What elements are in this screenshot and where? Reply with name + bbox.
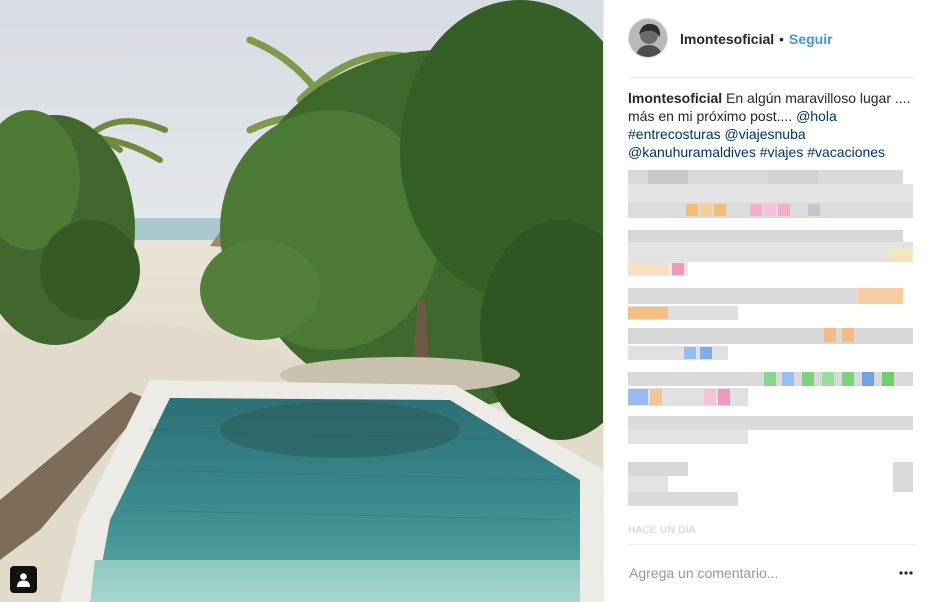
tag-link[interactable]: @kanuhuramaldives <box>628 144 756 160</box>
resort-pool-photo <box>0 0 603 602</box>
caption-username[interactable]: lmontesoficial <box>628 90 722 106</box>
post-header: lmontesoficial • Seguir <box>604 0 939 78</box>
post-details-panel: lmontesoficial • Seguir lmontesoficial E… <box>603 0 939 602</box>
avatar[interactable] <box>628 18 668 58</box>
tag-link[interactable]: #vacaciones <box>807 144 885 160</box>
post-caption: lmontesoficial En algún maravilloso luga… <box>628 89 918 161</box>
tag-link[interactable]: #viajes <box>760 144 804 160</box>
separator-dot: • <box>779 31 784 47</box>
pixelated-comments-image <box>628 170 913 506</box>
user-tag-icon <box>17 573 30 587</box>
username-link[interactable]: lmontesoficial <box>680 31 774 47</box>
more-options-button[interactable] <box>894 562 918 584</box>
avatar-image <box>629 19 667 57</box>
tag-link[interactable]: @viajesnuba <box>725 126 806 142</box>
follow-button[interactable]: Seguir <box>789 31 833 47</box>
censored-comments <box>628 170 918 530</box>
post-photo[interactable] <box>0 0 603 602</box>
more-options-icon <box>899 571 913 575</box>
post-timestamp: HACE UN DÍA <box>628 525 696 536</box>
instagram-post: lmontesoficial • Seguir lmontesoficial E… <box>0 0 939 602</box>
user-tag-button[interactable] <box>10 566 37 593</box>
tag-link[interactable]: @hola <box>796 108 837 124</box>
header-divider <box>628 77 916 78</box>
add-comment-input[interactable]: Agrega un comentario... <box>629 565 778 581</box>
comment-divider <box>628 544 916 545</box>
tag-link[interactable]: #entrecosturas <box>628 126 721 142</box>
